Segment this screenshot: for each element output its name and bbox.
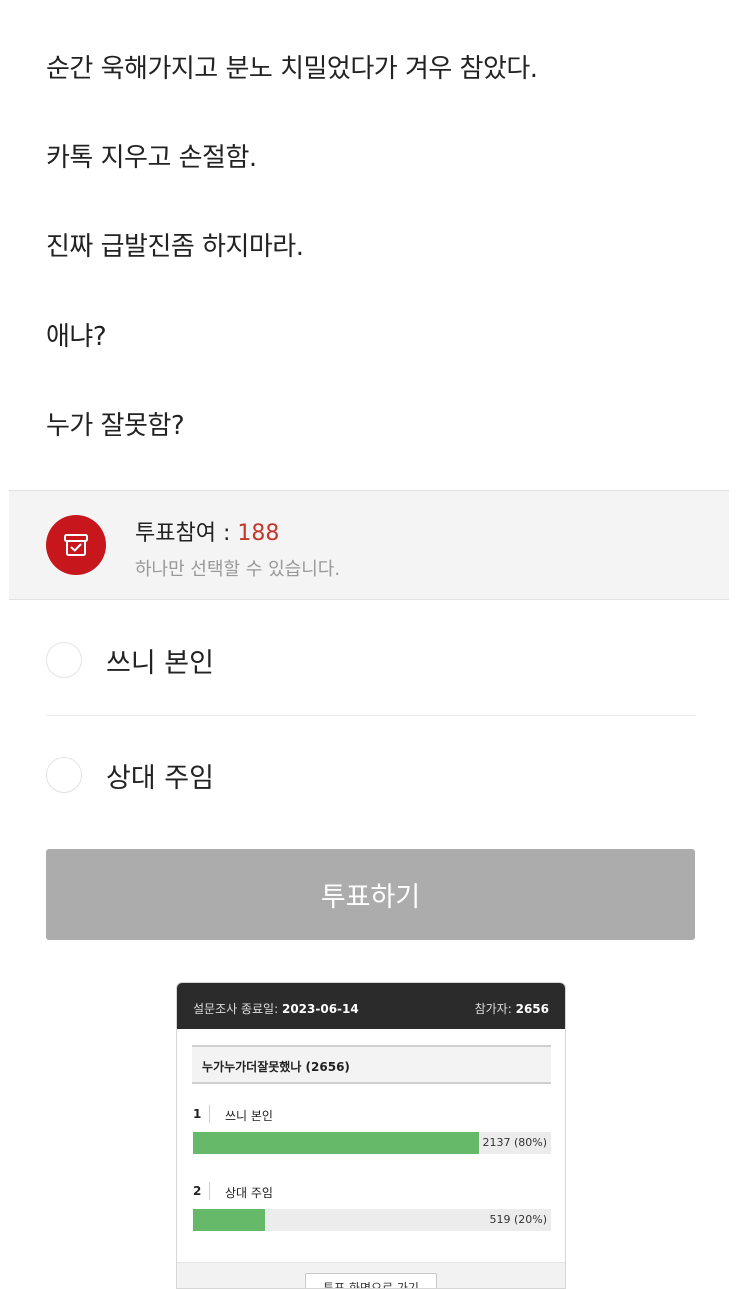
- result-separator: [209, 1105, 210, 1123]
- survey-participants: 참가자: 2656: [475, 1000, 549, 1017]
- result-number: 2: [193, 1184, 202, 1198]
- result-separator: [209, 1182, 210, 1200]
- survey-footer: 투표 화면으로 가기: [177, 1262, 565, 1288]
- vote-option-label: 상대 주임: [106, 763, 214, 794]
- option-divider: [46, 715, 696, 716]
- survey-end-date: 설문조사 종료일: 2023-06-14: [193, 1000, 359, 1017]
- survey-end-label: 설문조사 종료일:: [193, 1002, 279, 1016]
- result-bar-track: 519 (20%): [193, 1209, 551, 1231]
- result-bar-fill: [193, 1132, 480, 1154]
- result-label: 쓰니 본인: [225, 1109, 273, 1123]
- result-bar-fill: [193, 1209, 265, 1231]
- ballot-box-icon: [46, 515, 106, 575]
- result-bar-track: 2137 (80%): [193, 1132, 551, 1154]
- survey-participants-label: 참가자:: [474, 1002, 512, 1016]
- vote-header: 투표참여 : 188 하나만 선택할 수 있습니다.: [9, 490, 729, 600]
- survey-result-card: 설문조사 종료일: 2023-06-14 참가자: 2656 누가누가더잘못했나…: [176, 982, 566, 1289]
- post-line-2: 카톡 지우고 손절함.: [46, 143, 257, 173]
- post-line-3: 진짜 급발진좀 하지마라.: [46, 232, 304, 262]
- vote-participation: 투표참여 : 188: [135, 515, 279, 547]
- vote-count-label: 투표참여 :: [135, 521, 231, 546]
- post-line-5: 누가 잘못함?: [46, 411, 185, 441]
- result-number: 1: [193, 1107, 202, 1121]
- vote-description: 하나만 선택할 수 있습니다.: [135, 559, 341, 580]
- vote-option-2[interactable]: 상대 주임: [46, 744, 696, 804]
- vote-option-1[interactable]: 쓰니 본인: [46, 629, 696, 689]
- vote-option-label: 쓰니 본인: [106, 648, 214, 679]
- post-line-4: 애냐?: [46, 322, 107, 352]
- vote-count: 188: [237, 521, 280, 546]
- radio-button[interactable]: [46, 757, 82, 793]
- vote-submit-button[interactable]: 투표하기: [46, 849, 695, 940]
- radio-button[interactable]: [46, 642, 82, 678]
- survey-participants-value: 2656: [515, 1002, 549, 1016]
- result-value: 2137 (80%): [482, 1136, 547, 1149]
- result-label: 상대 주임: [225, 1186, 273, 1200]
- post-line-1: 순간 욱해가지고 분노 치밀었다가 겨우 참았다.: [46, 54, 538, 84]
- result-value: 519 (20%): [489, 1213, 547, 1226]
- goto-vote-button[interactable]: 투표 화면으로 가기: [305, 1273, 437, 1288]
- survey-question: 누가누가더잘못했나 (2656): [192, 1045, 551, 1084]
- survey-header: 설문조사 종료일: 2023-06-14 참가자: 2656: [177, 983, 565, 1029]
- survey-end-value: 2023-06-14: [281, 1002, 359, 1016]
